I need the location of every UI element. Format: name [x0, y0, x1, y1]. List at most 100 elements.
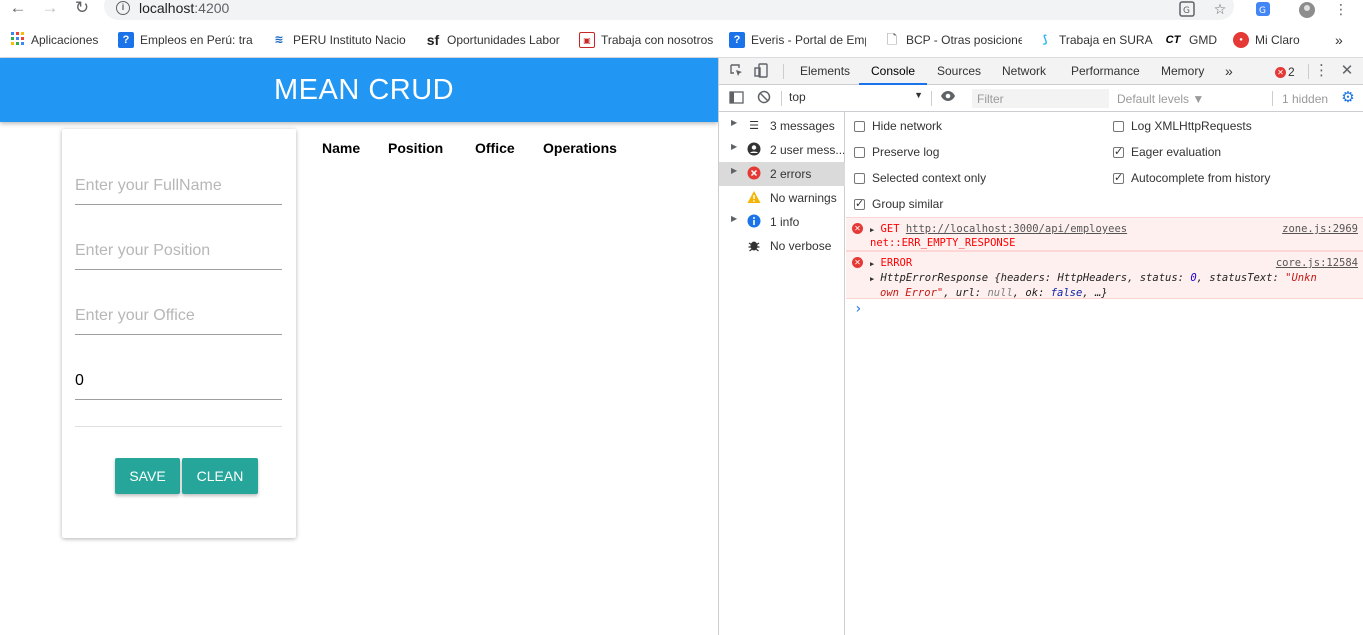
console-settings-gear-icon[interactable]: ⚙: [1340, 90, 1356, 106]
profile-avatar[interactable]: [1298, 1, 1316, 18]
expand-arrow-icon[interactable]: ▶: [731, 166, 737, 175]
list-icon: ☰: [749, 120, 759, 132]
expand-triangle-icon[interactable]: ▶: [870, 260, 874, 268]
console-prompt[interactable]: ›: [846, 301, 1363, 319]
back-arrow-icon[interactable]: ←: [8, 0, 28, 18]
context-select[interactable]: top ▼: [789, 90, 923, 107]
bookmark-gmd[interactable]: CT GMD: [1163, 29, 1217, 51]
error-icon: ✕: [852, 257, 863, 268]
menu-kebab-icon[interactable]: ⋮: [1332, 1, 1350, 17]
address-bar[interactable]: i localhost:4200: [104, 0, 1234, 20]
salary-input[interactable]: [75, 372, 282, 394]
fullname-input[interactable]: [75, 177, 282, 199]
log-xhr-checkbox[interactable]: [1113, 120, 1124, 132]
expand-arrow-icon[interactable]: ▶: [731, 214, 737, 223]
live-expression-eye-icon[interactable]: [939, 90, 957, 106]
more-tabs-button[interactable]: »: [1225, 58, 1233, 85]
tab-separator: [783, 64, 784, 79]
expand-arrow-icon[interactable]: ▶: [731, 142, 737, 151]
request-url-link[interactable]: http://localhost:3000/api/employees: [906, 223, 1127, 235]
tab-memory[interactable]: Memory: [1161, 58, 1204, 85]
tab-sources[interactable]: Sources: [937, 58, 981, 85]
expand-triangle-icon[interactable]: ▶: [870, 226, 874, 234]
expand-arrow-icon[interactable]: ▶: [731, 118, 737, 127]
close-devtools-icon[interactable]: ✕: [1339, 63, 1355, 79]
url-text[interactable]: localhost:4200: [139, 0, 229, 16]
device-toolbar-icon[interactable]: [753, 63, 769, 82]
app-title: MEAN CRUD: [274, 74, 455, 106]
apps-grid-icon: [11, 31, 25, 49]
tab-network[interactable]: Network: [1002, 58, 1046, 85]
preserve-log-checkbox[interactable]: [854, 146, 865, 158]
bookmark-peru-instituto[interactable]: ≋ PERU Instituto Nacio: [271, 29, 408, 51]
tab-console[interactable]: Console: [859, 58, 928, 85]
question-icon: ?: [729, 32, 745, 48]
clear-console-icon[interactable]: [756, 90, 772, 108]
group-similar-checkbox[interactable]: [854, 197, 865, 210]
hide-network-option[interactable]: Hide network: [854, 119, 942, 133]
clean-button[interactable]: CLEAN: [182, 458, 258, 494]
chevron-down-icon: ▼: [914, 90, 923, 100]
source-link-zone[interactable]: zone.js:2969: [1282, 223, 1358, 235]
tab-separator: [1308, 64, 1309, 79]
office-input[interactable]: [75, 307, 282, 329]
selected-context-option[interactable]: Selected context only: [854, 171, 986, 185]
bookmark-empleos[interactable]: ? Empleos en Perú: trab: [118, 29, 253, 51]
column-header-operations: Operations: [543, 140, 617, 156]
sidebar-item-info[interactable]: ▶ 1 info: [719, 210, 845, 234]
tab-elements[interactable]: Elements: [800, 58, 850, 85]
eager-evaluation-option[interactable]: Eager evaluation: [1113, 145, 1221, 159]
sidebar-item-messages[interactable]: ▶ ☰ 3 messages: [719, 114, 845, 138]
autocomplete-checkbox[interactable]: [1113, 171, 1124, 184]
selected-context-checkbox[interactable]: [854, 172, 865, 184]
save-button[interactable]: SAVE: [115, 458, 180, 494]
extension-icon[interactable]: G: [1254, 1, 1272, 17]
expand-triangle-icon[interactable]: ▶: [870, 275, 874, 283]
translate-icon[interactable]: G: [1178, 1, 1196, 17]
site-info-icon[interactable]: i: [116, 1, 130, 15]
console-filter-input[interactable]: Filter: [972, 89, 1109, 108]
inspect-element-icon[interactable]: [728, 63, 744, 82]
autocomplete-option[interactable]: Autocomplete from history: [1113, 171, 1270, 185]
sf-logo-icon: sf: [426, 32, 440, 48]
position-input[interactable]: [75, 242, 282, 264]
sidebar-item-errors[interactable]: ▶ 2 errors: [719, 162, 845, 186]
forward-arrow-icon[interactable]: →: [40, 0, 60, 18]
devtools-menu-icon[interactable]: ⋮: [1314, 63, 1329, 79]
source-link-core[interactable]: core.js:12584: [1276, 257, 1358, 269]
more-bookmarks-button[interactable]: »: [1335, 29, 1343, 51]
error-counter[interactable]: ✕ 2: [1275, 64, 1305, 80]
sidebar-item-user-messages[interactable]: ▶ 2 user mess...: [719, 138, 845, 162]
group-similar-option[interactable]: Group similar: [854, 197, 943, 211]
eager-evaluation-checkbox[interactable]: [1113, 145, 1124, 158]
hide-network-checkbox[interactable]: [854, 120, 865, 132]
devtools-panel: Elements Console Sources Network Perform…: [718, 58, 1363, 635]
reload-icon[interactable]: ↻: [72, 0, 92, 18]
bookmark-star-icon[interactable]: ☆: [1211, 1, 1229, 17]
fullname-field[interactable]: [75, 177, 282, 205]
log-xhr-option[interactable]: Log XMLHttpRequests: [1113, 119, 1252, 133]
http-error-object[interactable]: ▶ HttpErrorResponse {headers: HttpHeader…: [870, 271, 1320, 300]
bookmark-bcp[interactable]: 🗋 BCP - Otras posicione: [884, 29, 1022, 51]
preserve-log-option[interactable]: Preserve log: [854, 145, 939, 159]
toolbar-separator: [1272, 91, 1273, 106]
bookmark-trabaja-nosotros[interactable]: ▣ Trabaja con nosotros: [579, 29, 713, 51]
page-icon: 🗋: [886, 32, 898, 47]
bookmark-oportunidades[interactable]: sf Oportunidades Labor: [425, 29, 562, 51]
bookmark-mi-claro[interactable]: ● Mi Claro: [1233, 29, 1300, 51]
sidebar-item-warnings[interactable]: No warnings: [719, 186, 845, 210]
office-field[interactable]: [75, 307, 282, 335]
salary-field[interactable]: [75, 372, 282, 400]
error-message: net::ERR_EMPTY_RESPONSE: [870, 237, 1016, 249]
bug-icon: [746, 238, 762, 254]
position-field[interactable]: [75, 242, 282, 270]
bookmark-everis[interactable]: ? Everis - Portal de Emp: [729, 29, 866, 51]
sidebar-item-verbose[interactable]: No verbose: [719, 234, 845, 258]
bookmark-apps[interactable]: Aplicaciones: [11, 29, 98, 51]
sidebar-toggle-icon[interactable]: [728, 90, 744, 109]
box-icon: ▣: [579, 32, 595, 48]
bookmark-sura[interactable]: ⟆ Trabaja en SURA: [1037, 29, 1152, 51]
toolbar-separator: [931, 91, 932, 106]
tab-performance[interactable]: Performance: [1071, 58, 1140, 85]
log-levels-dropdown[interactable]: Default levels ▼: [1117, 91, 1207, 107]
